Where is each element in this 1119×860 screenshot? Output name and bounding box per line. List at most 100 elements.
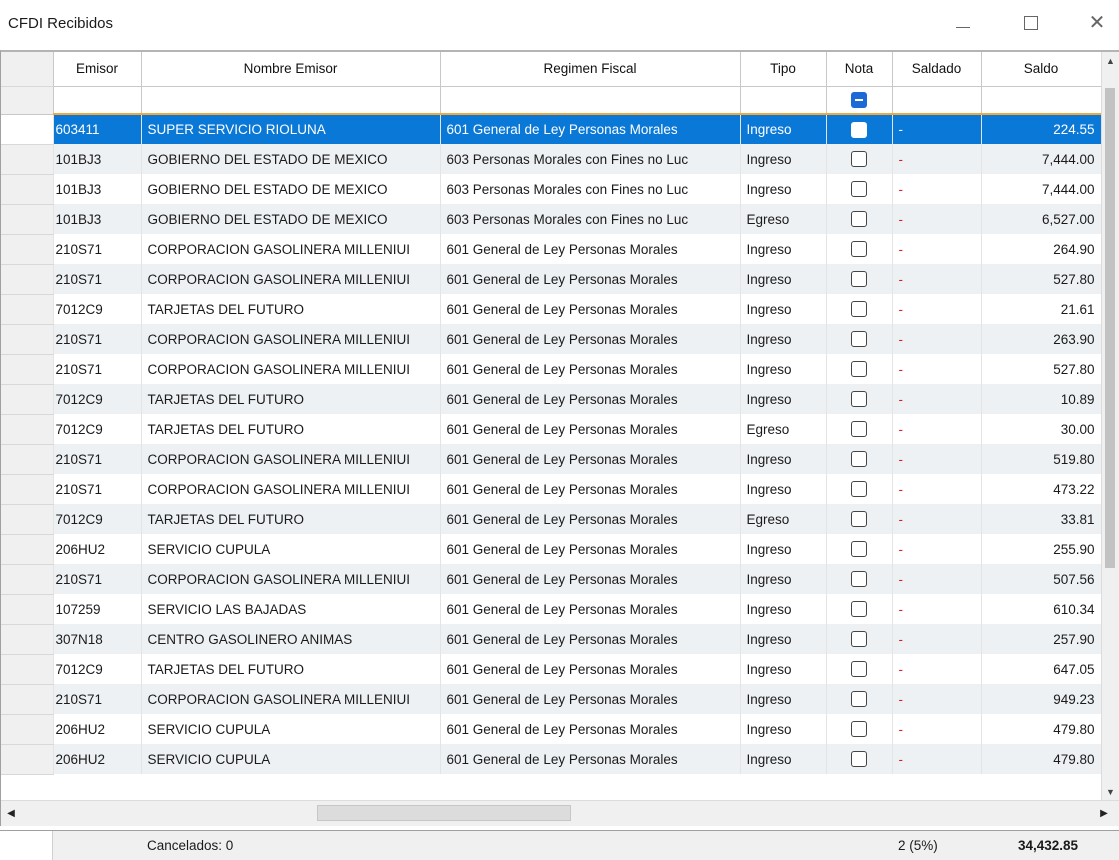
table-row[interactable]: 107259 SERVICIO LAS BAJADAS 601 General de… <box>1 594 1102 625</box>
nota-filter-checkbox[interactable] <box>851 91 867 108</box>
row-indicator[interactable] <box>1 444 54 475</box>
table-row[interactable]: 210S71 CORPORACION GASOLINERA MILLENIUI 60… <box>1 264 1102 295</box>
cell-saldado[interactable]: - <box>892 744 982 774</box>
cell-emisor[interactable]: 101BJ3 <box>53 204 142 234</box>
row-indicator[interactable] <box>1 714 54 745</box>
cell-nombre-emisor[interactable]: TARJETAS DEL FUTURO <box>141 294 441 324</box>
cell-nombre-emisor[interactable]: SUPER SERVICIO RIOLUNA <box>141 114 441 144</box>
cell-regimen-fiscal[interactable]: 601 General de Ley Personas Morales <box>440 114 741 144</box>
row-indicator[interactable] <box>1 624 54 655</box>
nota-checkbox[interactable] <box>851 451 867 468</box>
cell-regimen-fiscal[interactable]: 601 General de Ley Personas Morales <box>440 744 741 774</box>
cell-tipo[interactable]: Ingreso <box>740 684 827 714</box>
cell-nota[interactable] <box>826 474 893 504</box>
table-row[interactable]: 206HU2 SERVICIO CUPULA 601 General de Ley … <box>1 714 1102 745</box>
cell-tipo[interactable]: Ingreso <box>740 174 827 204</box>
nota-checkbox[interactable] <box>851 631 867 648</box>
nota-checkbox[interactable] <box>851 421 867 438</box>
cell-nombre-emisor[interactable]: SERVICIO CUPULA <box>141 744 441 774</box>
table-row[interactable]: 210S71 CORPORACION GASOLINERA MILLENIUI 60… <box>1 444 1102 475</box>
table-row[interactable]: 7012C9 TARJETAS DEL FUTURO 601 General de … <box>1 654 1102 685</box>
nota-checkbox[interactable] <box>851 481 867 498</box>
cell-emisor[interactable]: 7012C9 <box>53 384 142 414</box>
row-indicator[interactable] <box>1 354 54 385</box>
cell-saldado[interactable]: - <box>892 684 982 714</box>
nota-checkbox[interactable] <box>851 511 867 528</box>
col-header-nombre[interactable]: Nombre Emisor <box>141 52 441 87</box>
cell-nombre-emisor[interactable]: CORPORACION GASOLINERA MILLENIUI <box>141 564 441 594</box>
cell-tipo[interactable]: Ingreso <box>740 384 827 414</box>
cell-saldado[interactable]: - <box>892 474 982 504</box>
cell-nota[interactable] <box>826 294 893 324</box>
horizontal-scroll-thumb[interactable] <box>317 805 571 821</box>
nota-checkbox[interactable] <box>851 571 867 588</box>
cell-nombre-emisor[interactable]: TARJETAS DEL FUTURO <box>141 414 441 444</box>
cell-tipo[interactable]: Ingreso <box>740 564 827 594</box>
table-row[interactable]: 210S71 CORPORACION GASOLINERA MILLENIUI 60… <box>1 474 1102 505</box>
col-header-regimen[interactable]: Regimen Fiscal <box>440 52 741 87</box>
cfdi-grid[interactable]: Emisor Nombre Emisor Regimen Fiscal Tipo… <box>0 50 1119 826</box>
cell-nombre-emisor[interactable]: GOBIERNO DEL ESTADO DE MEXICO <box>141 204 441 234</box>
cell-nota[interactable] <box>826 204 893 234</box>
table-row[interactable]: 210S71 CORPORACION GASOLINERA MILLENIUI 60… <box>1 354 1102 385</box>
cell-emisor[interactable]: 210S71 <box>53 234 142 264</box>
cell-tipo[interactable]: Ingreso <box>740 444 827 474</box>
cell-saldo[interactable]: 479.80 <box>981 744 1102 774</box>
cell-nombre-emisor[interactable]: CORPORACION GASOLINERA MILLENIUI <box>141 264 441 294</box>
cell-saldo[interactable]: 224.55 <box>981 114 1102 144</box>
cell-regimen-fiscal[interactable]: 603 Personas Morales con Fines no Luc <box>440 144 741 174</box>
table-row[interactable]: 210S71 CORPORACION GASOLINERA MILLENIUI 60… <box>1 234 1102 265</box>
row-indicator[interactable] <box>1 684 54 715</box>
cell-nota[interactable] <box>826 564 893 594</box>
cell-saldado[interactable]: - <box>892 384 982 414</box>
cell-saldado[interactable]: - <box>892 204 982 234</box>
cell-nota[interactable] <box>826 534 893 564</box>
nota-checkbox[interactable] <box>851 361 867 378</box>
cell-saldado[interactable]: - <box>892 594 982 624</box>
cell-nombre-emisor[interactable]: CORPORACION GASOLINERA MILLENIUI <box>141 324 441 354</box>
cell-nota[interactable] <box>826 414 893 444</box>
cell-regimen-fiscal[interactable]: 601 General de Ley Personas Morales <box>440 324 741 354</box>
cell-nota[interactable] <box>826 174 893 204</box>
cell-saldo[interactable]: 7,444.00 <box>981 144 1102 174</box>
cell-emisor[interactable]: 603411 <box>53 114 142 144</box>
cell-regimen-fiscal[interactable]: 601 General de Ley Personas Morales <box>440 534 741 564</box>
col-header-saldo[interactable]: Saldo <box>981 52 1102 87</box>
cell-nota[interactable] <box>826 324 893 354</box>
cell-regimen-fiscal[interactable]: 601 General de Ley Personas Morales <box>440 234 741 264</box>
scroll-down-icon[interactable]: ▼ <box>1102 783 1119 800</box>
table-row[interactable]: 101BJ3 GOBIERNO DEL ESTADO DE MEXICO 603 P… <box>1 204 1102 235</box>
cell-regimen-fiscal[interactable]: 601 General de Ley Personas Morales <box>440 714 741 744</box>
cell-regimen-fiscal[interactable]: 601 General de Ley Personas Morales <box>440 684 741 714</box>
cell-nota[interactable] <box>826 234 893 264</box>
cell-nombre-emisor[interactable]: CORPORACION GASOLINERA MILLENIUI <box>141 234 441 264</box>
cell-saldado[interactable]: - <box>892 564 982 594</box>
cell-saldado[interactable]: - <box>892 354 982 384</box>
cell-emisor[interactable]: 210S71 <box>53 474 142 504</box>
cell-emisor[interactable]: 210S71 <box>53 564 142 594</box>
row-indicator[interactable] <box>1 654 54 685</box>
cell-saldo[interactable]: 610.34 <box>981 594 1102 624</box>
table-row[interactable]: 307N18 CENTRO GASOLINERO ANIMAS 601 Genera… <box>1 624 1102 655</box>
row-indicator[interactable] <box>1 204 54 235</box>
table-row[interactable]: 206HU2 SERVICIO CUPULA 601 General de Ley … <box>1 744 1102 775</box>
cell-saldo[interactable]: 949.23 <box>981 684 1102 714</box>
row-indicator[interactable] <box>1 744 54 775</box>
cell-tipo[interactable]: Ingreso <box>740 744 827 774</box>
cell-tipo[interactable]: Ingreso <box>740 624 827 654</box>
col-header-nota[interactable]: Nota <box>826 52 893 87</box>
nota-checkbox[interactable] <box>851 541 867 558</box>
cell-saldado[interactable]: - <box>892 714 982 744</box>
cell-tipo[interactable]: Egreso <box>740 204 827 234</box>
cell-saldado[interactable]: - <box>892 114 982 144</box>
row-indicator[interactable] <box>1 264 54 295</box>
cell-tipo[interactable]: Egreso <box>740 414 827 444</box>
filter-nombre[interactable] <box>141 86 441 115</box>
nota-checkbox[interactable] <box>851 211 867 228</box>
cell-saldado[interactable]: - <box>892 444 982 474</box>
row-indicator[interactable] <box>1 594 54 625</box>
cell-regimen-fiscal[interactable]: 601 General de Ley Personas Morales <box>440 384 741 414</box>
nota-checkbox[interactable] <box>851 151 867 168</box>
cell-nombre-emisor[interactable]: TARJETAS DEL FUTURO <box>141 654 441 684</box>
cell-regimen-fiscal[interactable]: 603 Personas Morales con Fines no Luc <box>440 174 741 204</box>
